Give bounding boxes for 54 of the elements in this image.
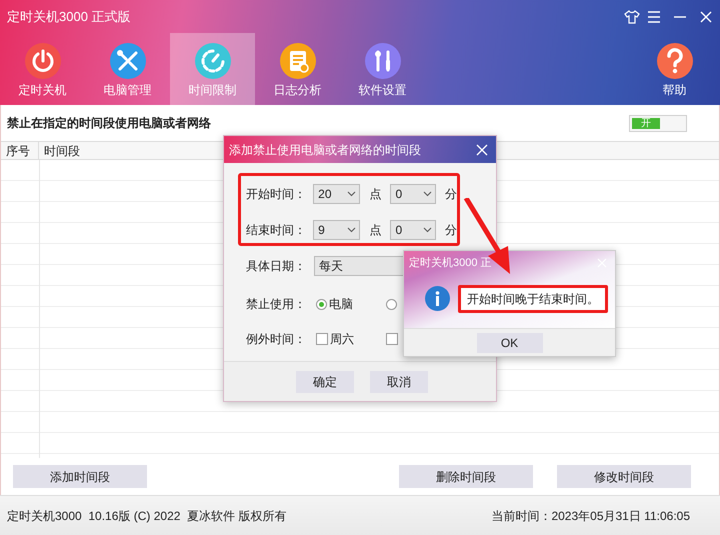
nav-tab[interactable]: 定时关机 [0,33,85,105]
message-text: 开始时间晚于结束时间。 [458,284,608,312]
info-icon [425,286,450,311]
dropdown[interactable]: 0 [390,220,436,240]
unit-label: 分 [445,186,457,203]
chevron-down-icon [346,227,356,233]
ok-button[interactable]: OK [476,332,542,352]
dropdown[interactable]: 0 [390,184,436,204]
field-label: 开始时间： [246,186,307,203]
nav-tab[interactable]: 帮助 [632,33,717,105]
checkbox[interactable] [386,333,398,345]
power-icon [24,43,60,79]
nav-tab[interactable]: 日志分析 [255,33,340,105]
timer-icon [194,43,230,79]
checkbox[interactable] [316,333,328,345]
dialog-title: 添加禁止使用电脑或者网络的时间段 [229,142,421,158]
chevron-down-icon [423,191,432,197]
settings-icon [364,43,400,79]
unit-label: 点 [370,222,383,239]
unit-label: 分 [445,222,457,239]
field-label: 结束时间： [246,222,307,239]
action-button[interactable]: 添加时间段 [13,465,147,488]
nav-tab[interactable]: 软件设置 [340,33,425,105]
column-header: 时间段 [44,144,80,158]
radio-button[interactable] [316,298,327,310]
unit-label: 点 [370,186,383,203]
option-label: 周六 [330,331,354,348]
dropdown[interactable]: 9 [313,220,360,240]
copyright-text: 定时关机3000 10.16版 (C) 2022 夏冰软件 版权所有 [7,508,286,524]
close-icon[interactable] [476,144,488,156]
log-icon [280,43,316,79]
option-label: 电脑 [329,296,353,313]
window-title: 定时关机3000 正式版 [7,8,131,26]
skin-icon[interactable] [624,8,640,24]
section-heading: 禁止在指定的时间段使用电脑或者网络 [7,115,211,132]
column-header: 序号 [6,144,30,158]
radio-button[interactable] [386,298,397,310]
chevron-down-icon [423,227,432,233]
current-time: 2023年05月31日 11:06:05 [551,508,690,524]
dropdown[interactable]: 20 [313,184,360,204]
nav-tab[interactable]: 电脑管理 [85,33,170,105]
help-icon [656,43,692,79]
close-icon[interactable] [698,8,714,24]
chevron-down-icon [346,191,356,197]
menu-icon[interactable] [646,8,662,24]
field-label: 例外时间： [246,331,307,348]
tools-icon [110,43,146,79]
field-label: 具体日期： [246,258,307,275]
action-button[interactable]: 修改时间段 [557,465,691,488]
dialog-button[interactable]: 确定 [296,370,354,392]
time-label: 当前时间： [491,508,552,524]
field-label: 禁止使用： [246,296,307,313]
action-button[interactable]: 删除时间段 [399,465,533,488]
dialog-button[interactable]: 取消 [370,370,428,392]
